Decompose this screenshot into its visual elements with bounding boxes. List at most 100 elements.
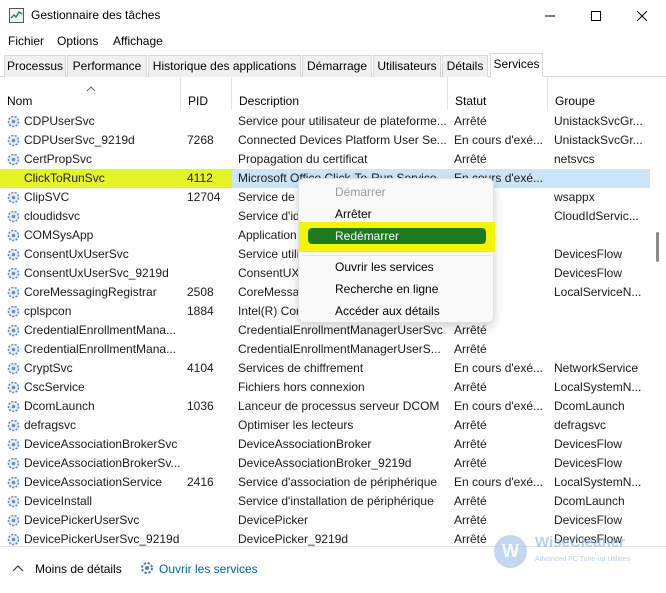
chevron-up-icon[interactable] [12, 564, 24, 572]
service-pid [181, 492, 232, 511]
table-header: Nom PID Description Statut Groupe [0, 77, 666, 110]
service-pid [181, 511, 232, 530]
service-name: DeviceAssociationBrokerSvc [24, 437, 178, 451]
table-row[interactable]: CryptSvc 4104 Services de chiffrement En co… [0, 359, 650, 378]
column-status-label: Statut [455, 94, 487, 108]
task-manager-icon [9, 8, 24, 23]
minimize-button[interactable] [527, 0, 573, 32]
table-row[interactable]: DevicePickerUserSvc DevicePicker Arrêté Dev… [0, 511, 650, 530]
service-status: Arrêté [454, 380, 487, 394]
table-row[interactable]: DeviceInstall Service d'installation de p… [0, 492, 650, 511]
service-pid: 1884 [187, 304, 214, 318]
service-group: DevicesFlow [554, 437, 623, 451]
service-pid [181, 150, 232, 169]
service-status: En cours d'exé... [454, 475, 544, 489]
service-status: Arrêté [454, 437, 487, 451]
service-description: Service pour utilisateur de plateforme..… [238, 114, 447, 128]
service-description: Services de chiffrement [238, 361, 364, 375]
column-header-pid[interactable]: PID [181, 77, 232, 110]
column-header-group[interactable]: Groupe [548, 77, 650, 110]
service-group [548, 302, 650, 321]
service-description: Fichiers hors connexion [238, 380, 365, 394]
menu-options[interactable]: Options [57, 34, 98, 48]
table-row[interactable]: CertPropSvc Propagation du certificat Arrê… [0, 150, 650, 169]
table-row[interactable]: CredentialEnrollmentMana... CredentialEnr… [0, 321, 650, 340]
table-row[interactable]: CredentialEnrollmentMana... CredentialEnr… [0, 340, 650, 359]
service-name: ConsentUxUserSvc_9219d [24, 266, 169, 280]
service-status: En cours d'exé... [454, 361, 544, 375]
scrollbar-thumb[interactable] [656, 232, 659, 262]
column-header-name[interactable]: Nom [0, 77, 181, 110]
service-pid [181, 264, 232, 283]
menu-item-open-services[interactable]: Ouvrir les services [335, 260, 434, 274]
tab-performance[interactable]: Performance [67, 55, 147, 77]
tab-services[interactable]: Services [490, 53, 543, 78]
service-description: DeviceAssociationBroker [238, 437, 372, 451]
service-description: CredentialEnrollmentManagerUserSvc [238, 323, 443, 337]
menu-item-go-to-details[interactable]: Accéder aux détails [335, 304, 440, 318]
service-group: NetworkService [554, 361, 639, 375]
menu-item-stop[interactable]: Arrêter [335, 207, 372, 221]
menu-affichage[interactable]: Affichage [113, 34, 163, 48]
service-description: Service d'installation de périphérique [238, 494, 434, 508]
service-group [548, 226, 650, 245]
service-name: DevicePickerUserSvc [24, 513, 140, 527]
column-name-label: Nom [7, 94, 33, 108]
service-pid [181, 207, 232, 226]
tab-historique[interactable]: Historique des applications [148, 55, 301, 77]
service-status: Arrêté [454, 418, 487, 432]
vertical-scrollbar[interactable] [650, 112, 666, 546]
service-group: wsappx [554, 190, 595, 204]
service-group [548, 169, 650, 188]
maximize-button[interactable] [573, 0, 619, 32]
service-group: LocalServiceN... [554, 285, 642, 299]
table-row[interactable]: DcomLaunch 1036 Lanceur de processus serve… [0, 397, 650, 416]
watermark-logo: W [494, 535, 527, 568]
service-status: Arrêté [454, 513, 487, 527]
service-pid [181, 321, 232, 340]
context-menu: Démarrer Arrêter Redémarrer Ouvrir les s… [298, 178, 495, 323]
close-button[interactable] [619, 0, 665, 32]
service-status: Arrêté [454, 494, 487, 508]
service-name: CDPUserSvc [24, 114, 95, 128]
minimize-icon [545, 15, 555, 17]
service-description: Service d'association de périphérique [238, 475, 438, 489]
table-row[interactable]: CDPUserSvc Service pour utilisateur de pl… [0, 112, 650, 131]
service-pid [181, 435, 232, 454]
watermark-title: WiseCleaner [535, 534, 625, 551]
menu-item-search-online[interactable]: Recherche en ligne [335, 282, 438, 296]
service-name: CryptSvc [24, 361, 73, 375]
column-header-status[interactable]: Statut [448, 77, 548, 110]
service-name: CredentialEnrollmentMana... [24, 342, 177, 356]
service-name: CertPropSvc [24, 152, 93, 166]
service-group: CloudIdServic... [554, 209, 639, 223]
table-row[interactable]: CDPUserSvc_9219d 7268 Connected Devices Pl… [0, 131, 650, 150]
service-name: DeviceAssociationBrokerSv... [24, 456, 181, 470]
service-group: DcomLaunch [554, 494, 625, 508]
service-description: DevicePicker_9219d [238, 532, 349, 546]
table-row[interactable]: CscService Fichiers hors connexion Arrêté L… [0, 378, 650, 397]
service-name: CoreMessagingRegistrar [24, 285, 157, 299]
table-row[interactable]: defragsvc Optimiser les lecteurs Arrêté def… [0, 416, 650, 435]
table-row[interactable]: DeviceAssociationBrokerSv... DeviceAssoci… [0, 454, 650, 473]
service-pid [181, 245, 232, 264]
menu-item-restart[interactable]: Redémarrer [335, 229, 399, 243]
tab-details[interactable]: Détails [442, 55, 488, 77]
service-description: Propagation du certificat [238, 152, 368, 166]
service-pid: 2508 [187, 285, 214, 299]
menu-bar: Fichier Options Affichage [0, 32, 666, 52]
column-header-description[interactable]: Description [232, 77, 448, 110]
service-group: LocalSystemN... [554, 380, 642, 394]
less-details-button[interactable]: Moins de détails [35, 562, 122, 576]
service-pid [181, 226, 232, 245]
tab-processus[interactable]: Processus [4, 55, 66, 77]
tab-utilisateurs[interactable]: Utilisateurs [373, 55, 441, 77]
table-row[interactable]: DeviceAssociationBrokerSvc DeviceAssociat… [0, 435, 650, 454]
tab-demarrage[interactable]: Démarrage [302, 55, 372, 77]
menu-fichier[interactable]: Fichier [8, 34, 44, 48]
service-pid [181, 530, 232, 546]
service-pid: 7268 [187, 133, 214, 147]
service-description: DeviceAssociationBroker_9219d [238, 456, 412, 470]
open-services-link[interactable]: Ouvrir les services [159, 562, 258, 576]
table-row[interactable]: DeviceAssociationService 2416 Service d'as… [0, 473, 650, 492]
